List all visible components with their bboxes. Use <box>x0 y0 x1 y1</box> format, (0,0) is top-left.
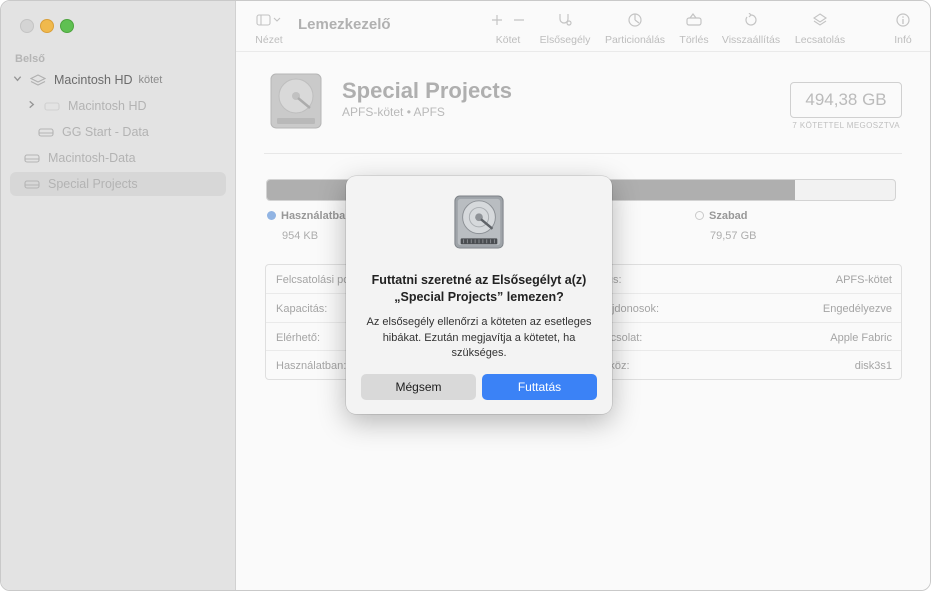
first-aid-dialog: Futtatni szeretné az Elsősegélyt a(z) „S… <box>346 176 612 414</box>
cancel-button[interactable]: Mégsem <box>361 374 476 400</box>
hard-drive-icon <box>452 194 506 257</box>
dialog-message: Az elsősegély ellenőrzi a köteten az ese… <box>366 316 592 359</box>
dialog-title: Futtatni szeretné az Elsősegélyt a(z) „S… <box>360 272 598 306</box>
dialog-title-line-2: „Special Projects” lemezen? <box>394 290 564 304</box>
run-button[interactable]: Futtatás <box>482 374 597 400</box>
dialog-title-line-1: Futtatni szeretné az Elsősegélyt a(z) <box>371 273 587 287</box>
